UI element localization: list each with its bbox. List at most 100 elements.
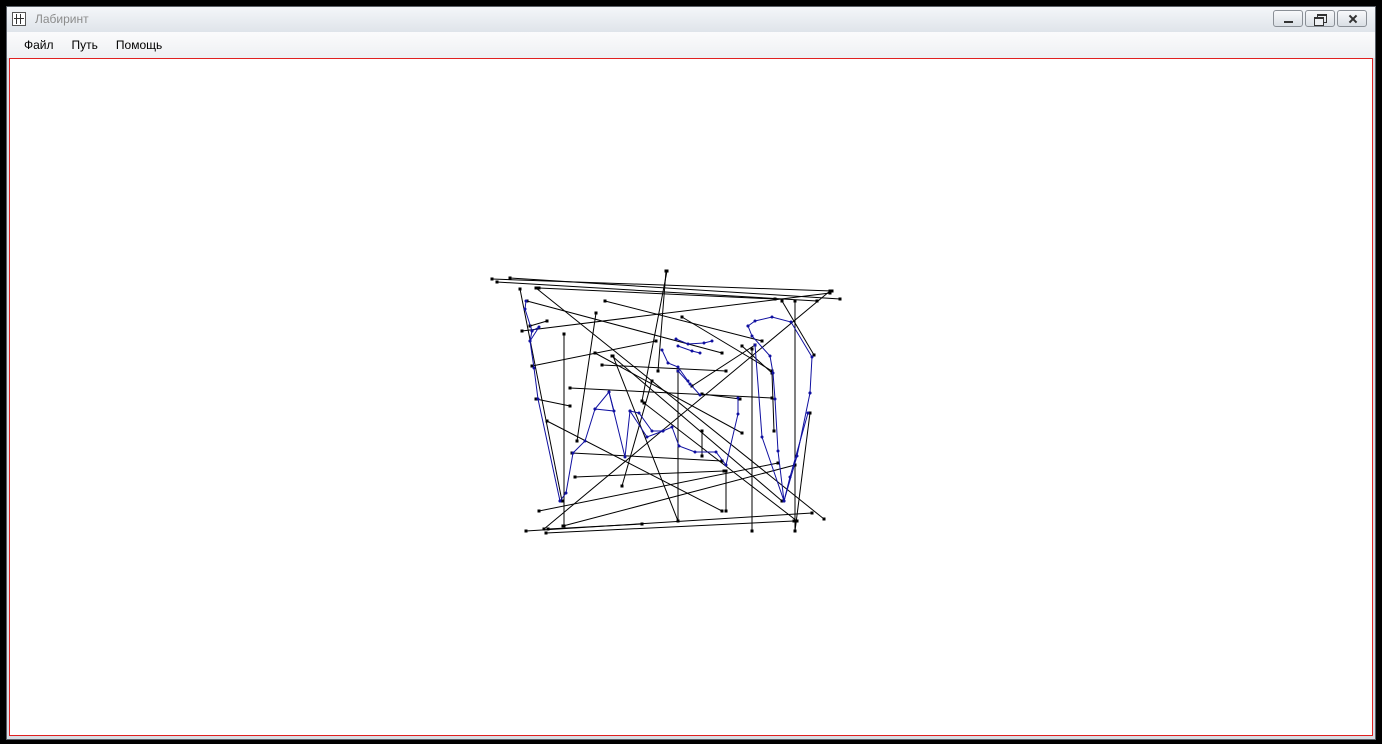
maze-node [676,519,680,523]
maze-edge [519,288,563,502]
maze-edge [538,287,776,300]
maze-node [642,401,646,405]
maze-edge [535,398,571,407]
title-bar[interactable]: Лабиринт [7,7,1375,32]
maze-node [518,287,522,291]
solution-path [675,338,713,345]
maze-node [838,297,842,301]
path-node [676,344,680,348]
path-node [789,320,793,324]
maze-node [640,522,644,526]
path-node [771,371,775,375]
path-node [770,315,774,319]
path-node [710,339,714,343]
maze-node [654,339,658,343]
restore-button[interactable] [1305,10,1335,27]
path-node [714,450,718,454]
path-node [593,407,597,411]
window-controls [1273,10,1367,27]
path-node [670,425,674,429]
maze-edge [781,300,815,356]
maze-node [575,439,579,443]
maze-node [594,311,598,315]
maze-node [650,379,654,383]
maze-node [740,431,744,435]
path-node [666,361,670,365]
menu-path[interactable]: Путь [63,34,107,56]
maze-node [720,351,724,355]
path-node [524,299,528,303]
path-node [674,337,678,341]
path-node [760,435,764,439]
path-node [645,435,649,439]
window-title: Лабиринт [35,12,89,26]
close-button[interactable] [1337,10,1367,27]
path-node [676,365,680,369]
path-node [661,429,665,433]
maze-node [620,484,624,488]
path-node [736,396,740,400]
maze-node [822,517,826,521]
maze-node [760,339,764,343]
maze-node [724,469,728,473]
path-node [660,348,664,352]
solution-path [677,345,701,354]
minimize-button[interactable] [1273,10,1303,27]
maze-edge [601,364,727,372]
path-node [623,455,627,459]
maze-node [520,329,524,333]
maze-node [720,509,724,513]
maze-node [544,531,548,535]
maze-node [793,529,797,533]
maze-edge [529,320,548,327]
path-node [736,412,740,416]
path-node [773,397,777,401]
maze-node [680,315,684,319]
maze-drawing [490,269,842,535]
maze-edge [546,420,723,512]
maze-node [534,286,538,290]
path-node [698,393,702,397]
path-node [528,339,532,343]
path-node [650,429,654,433]
maze-icon [12,12,26,26]
menu-help[interactable]: Помощь [107,34,171,56]
path-node [753,319,757,323]
maze-node [546,527,550,531]
path-node [688,382,692,386]
maze-edge [562,464,796,527]
maze-edge [535,287,825,520]
path-node [583,439,587,443]
path-node [693,450,697,454]
path-node [753,343,757,347]
maze-node [568,386,572,390]
maze-node [508,276,512,280]
path-node [637,411,641,415]
app-window: Лабиринт Файл Путь Помощь [6,6,1376,740]
maze-node [490,277,494,281]
path-node [746,324,750,328]
path-node [690,349,694,353]
path-node [612,409,616,413]
maze-node [600,363,604,367]
maze-node [828,289,832,293]
maze-canvas[interactable] [9,58,1373,736]
path-node [810,355,814,359]
path-node [702,341,706,345]
maze-edge [621,380,653,487]
solution-path [661,349,689,382]
path-node [628,409,632,413]
maze-edge [604,300,763,342]
maze-node [664,269,668,273]
path-node [698,351,702,355]
maze-node [545,319,549,323]
menu-file[interactable]: Файл [15,34,63,56]
path-node [537,325,541,329]
maze-edge [571,452,723,462]
maze-edge [531,340,657,367]
path-node [788,475,792,479]
menu-bar: Файл Путь Помощь [7,32,1375,58]
path-node [768,354,772,358]
path-node [571,451,575,455]
path-node [750,334,754,338]
